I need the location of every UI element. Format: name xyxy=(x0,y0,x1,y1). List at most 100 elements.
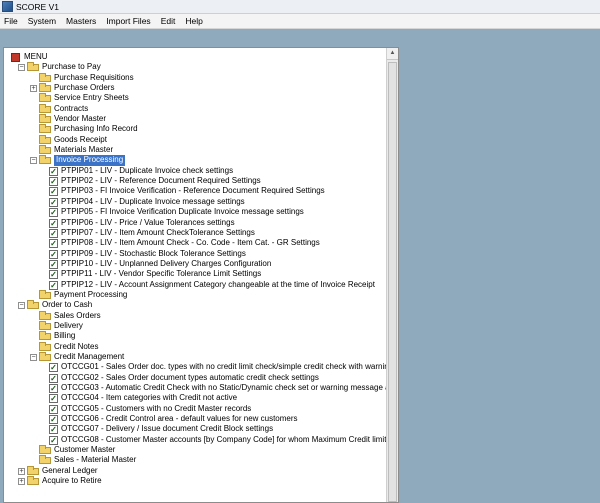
tree-label[interactable]: Materials Master xyxy=(54,145,113,155)
tree-label[interactable]: PTPIP02 - LIV - Reference Document Requi… xyxy=(61,176,261,186)
menu-root[interactable]: MENU xyxy=(4,52,384,62)
tree-label[interactable]: PTPIP09 - LIV - Stochastic Block Toleran… xyxy=(61,249,246,259)
tree-folder[interactable]: Contracts xyxy=(4,103,384,114)
checkbox-checked-icon[interactable]: ✓ xyxy=(49,249,58,259)
tree-folder[interactable]: + General Ledger xyxy=(4,465,384,476)
tree-label[interactable]: OTCCG03 - Automatic Credit Check with no… xyxy=(61,383,398,393)
tree-label[interactable]: OTCCG04 - Item categories with Credit no… xyxy=(61,393,237,403)
checkbox-checked-icon[interactable]: ✓ xyxy=(49,177,58,187)
checkbox-checked-icon[interactable]: ✓ xyxy=(49,384,58,393)
check-item[interactable]: ✓ PTPIP05 - FI Invoice Verification Dupli… xyxy=(4,207,384,218)
tree-label[interactable]: OTCCG01 - Sales Order doc. types with no… xyxy=(61,362,398,372)
checkbox-checked-icon[interactable]: ✓ xyxy=(49,259,58,269)
menu-system[interactable]: System xyxy=(23,16,61,26)
check-item[interactable]: ✓ PTPIP01 - LIV - Duplicate Invoice check… xyxy=(4,166,384,176)
checkbox-checked-icon[interactable]: ✓ xyxy=(49,228,58,238)
tree-folder[interactable]: − Purchase to Pay xyxy=(4,62,384,72)
tree-label[interactable]: Sales - Material Master xyxy=(54,455,136,465)
tree-label[interactable]: Goods Receipt xyxy=(54,135,107,145)
check-item[interactable]: ✓ PTPIP02 - LIV - Reference Document Requ… xyxy=(4,176,384,187)
tree-folder[interactable]: Service Entry Sheets xyxy=(4,93,384,103)
checkbox-checked-icon[interactable]: ✓ xyxy=(49,270,58,280)
tree-label[interactable]: Billing xyxy=(54,331,75,341)
check-item[interactable]: ✓ OTCCG03 - Automatic Credit Check with n… xyxy=(4,383,398,393)
tree-folder[interactable]: Credit Notes xyxy=(4,341,384,352)
tree-label[interactable]: PTPIP05 - FI Invoice Verification Duplic… xyxy=(61,207,304,217)
tree-label[interactable]: OTCCG02 - Sales Order document types aut… xyxy=(61,373,319,383)
tree-label[interactable]: Purchase to Pay xyxy=(42,62,101,72)
tree-folder[interactable]: Purchasing Info Record xyxy=(4,124,384,134)
tree-label[interactable]: Purchasing Info Record xyxy=(54,124,138,134)
menu-masters[interactable]: Masters xyxy=(61,16,101,26)
check-item[interactable]: ✓ OTCCG07 - Delivery / Issue document Cre… xyxy=(4,424,384,435)
collapse-icon[interactable]: − xyxy=(18,302,25,310)
scroll-thumb[interactable] xyxy=(388,62,397,502)
checkbox-checked-icon[interactable]: ✓ xyxy=(49,435,58,445)
tree-label[interactable]: PTPIP12 - LIV - Account Assignment Categ… xyxy=(61,280,375,290)
tree-label[interactable]: Purchase Requisitions xyxy=(54,73,134,83)
tree-label[interactable]: PTPIP01 - LIV - Duplicate Invoice check … xyxy=(61,166,233,176)
tree-label[interactable]: Order to Cash xyxy=(42,300,92,310)
expand-icon[interactable]: + xyxy=(30,85,37,93)
checkbox-checked-icon[interactable]: ✓ xyxy=(49,404,58,414)
checkbox-checked-icon[interactable]: ✓ xyxy=(49,166,58,176)
collapse-icon[interactable]: − xyxy=(30,157,37,165)
check-item[interactable]: ✓ PTPIP10 - LIV - Unplanned Delivery Char… xyxy=(4,259,384,269)
tree-label[interactable]: Credit Management xyxy=(54,352,124,362)
checkbox-checked-icon[interactable]: ✓ xyxy=(49,239,58,249)
tree-label[interactable]: Purchase Orders xyxy=(54,83,114,93)
check-item[interactable]: ✓ PTPIP07 - LIV - Item Amount CheckTolera… xyxy=(4,228,384,238)
tree-folder[interactable]: + Purchase Orders xyxy=(4,83,384,93)
checkbox-checked-icon[interactable]: ✓ xyxy=(49,208,58,218)
tree-label[interactable]: OTCCG05 - Customers with no Credit Maste… xyxy=(61,404,251,414)
tree-label[interactable]: OTCCG08 - Customer Master accounts [by C… xyxy=(61,435,398,445)
checkbox-checked-icon[interactable]: ✓ xyxy=(49,197,58,207)
collapse-icon[interactable]: − xyxy=(30,353,37,361)
tree-label[interactable]: PTPIP10 - LIV - Unplanned Delivery Charg… xyxy=(61,259,271,269)
tree-label[interactable]: Credit Notes xyxy=(54,342,98,352)
tree-folder[interactable]: Sales Orders xyxy=(4,310,384,321)
check-item[interactable]: ✓ OTCCG02 - Sales Order document types au… xyxy=(4,373,384,383)
checkbox-checked-icon[interactable]: ✓ xyxy=(49,218,58,228)
check-item[interactable]: ✓ OTCCG06 - Credit Control area - default… xyxy=(4,414,384,425)
check-item[interactable]: ✓ PTPIP09 - LIV - Stochastic Block Tolera… xyxy=(4,249,384,259)
expand-icon[interactable]: + xyxy=(18,478,25,486)
tree-label[interactable]: PTPIP08 - LIV - Item Amount Check - Co. … xyxy=(61,238,320,248)
checkbox-checked-icon[interactable]: ✓ xyxy=(49,187,58,197)
tree-label[interactable]: Acquire to Retire xyxy=(42,476,102,486)
check-item[interactable]: ✓ OTCCG01 - Sales Order doc. types with n… xyxy=(4,362,398,373)
tree-label[interactable]: OTCCG07 - Delivery / Issue document Cred… xyxy=(61,424,273,434)
check-item[interactable]: ✓ PTPIP12 - LIV - Account Assignment Cate… xyxy=(4,280,384,290)
menu-file[interactable]: File xyxy=(0,16,23,26)
tree-folder[interactable]: Payment Processing xyxy=(4,289,384,300)
check-item[interactable]: ✓ PTPIP03 - FI Invoice Verification - Ref… xyxy=(4,186,384,197)
tree-folder[interactable]: Customer Master xyxy=(4,445,384,455)
tree-folder[interactable]: Sales - Material Master xyxy=(4,455,384,465)
tree-folder[interactable]: + Acquire to Retire xyxy=(4,476,384,486)
tree-label[interactable]: PTPIP04 - LIV - Duplicate Invoice messag… xyxy=(61,197,245,207)
tree-label[interactable]: PTPIP03 - FI Invoice Verification - Refe… xyxy=(61,186,325,196)
check-item[interactable]: ✓ PTPIP11 - LIV - Vendor Specific Toleran… xyxy=(4,269,384,280)
scroll-up-icon[interactable]: ▲ xyxy=(387,48,398,60)
tree-label[interactable]: Invoice Processing xyxy=(54,155,126,166)
tree-folder[interactable]: Materials Master xyxy=(4,145,384,155)
tree-folder[interactable]: Delivery xyxy=(4,320,384,331)
check-item[interactable]: ✓ OTCCG05 - Customers with no Credit Mast… xyxy=(4,404,384,414)
checkbox-checked-icon[interactable]: ✓ xyxy=(49,415,58,425)
checkbox-checked-icon[interactable]: ✓ xyxy=(49,280,58,290)
tree-folder[interactable]: − Invoice Processing xyxy=(4,155,384,166)
expand-icon[interactable]: + xyxy=(18,467,25,475)
tree-folder[interactable]: Purchase Requisitions xyxy=(4,72,384,83)
menu-help[interactable]: Help xyxy=(180,16,207,26)
tree-label[interactable]: PTPIP07 - LIV - Item Amount CheckToleran… xyxy=(61,228,255,238)
check-item[interactable]: ✓ PTPIP08 - LIV - Item Amount Check - Co.… xyxy=(4,238,384,249)
check-item[interactable]: ✓ PTPIP04 - LIV - Duplicate Invoice messa… xyxy=(4,197,384,207)
check-item[interactable]: ✓ OTCCG08 - Customer Master accounts [by … xyxy=(4,435,398,445)
tree-label[interactable]: Contracts xyxy=(54,104,88,114)
tree-label[interactable]: Sales Orders xyxy=(54,311,101,321)
tree-label[interactable]: PTPIP11 - LIV - Vendor Specific Toleranc… xyxy=(61,269,261,279)
tree-folder[interactable]: − Credit Management xyxy=(4,351,384,362)
checkbox-checked-icon[interactable]: ✓ xyxy=(49,373,58,383)
checkbox-checked-icon[interactable]: ✓ xyxy=(49,363,58,373)
menu-import-files[interactable]: Import Files xyxy=(101,16,155,26)
